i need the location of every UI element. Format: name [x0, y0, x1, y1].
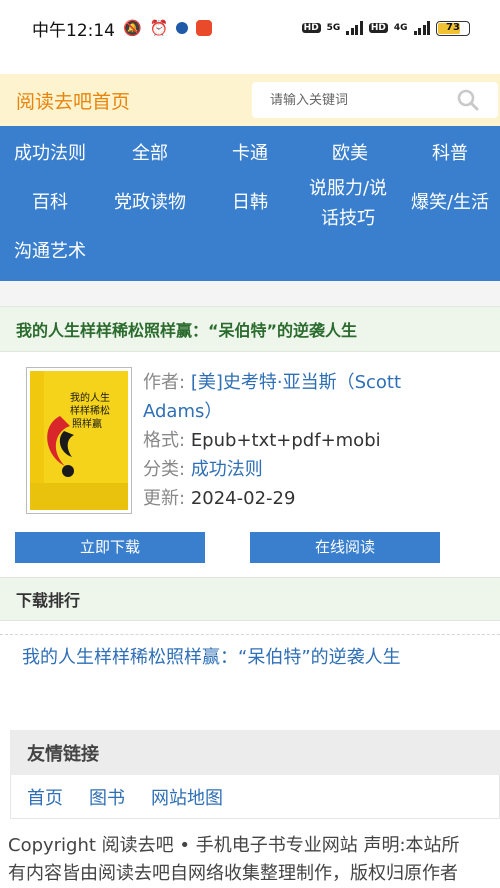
nav-item-communication[interactable]: 沟通艺术	[0, 238, 100, 266]
format-label: 格式:	[143, 430, 186, 451]
mute-bell-icon: 🔕	[123, 19, 142, 37]
updated-label: 更新:	[143, 488, 186, 509]
search-input[interactable]	[270, 92, 440, 108]
footer: Copyright 阅读去吧 • 手机电子书专业网站 声明:本站所 有内容皆由阅…	[0, 832, 500, 888]
hd-icon: HD	[301, 23, 321, 33]
friend-links-heading: 友情链接	[10, 730, 500, 775]
nav-item-humor-life[interactable]: 爆笑/生活	[400, 189, 500, 217]
footer-line-1: Copyright 阅读去吧 • 手机电子书专业网站 声明:本站所	[8, 835, 460, 856]
nav-item-cartoon[interactable]: 卡通	[200, 140, 300, 168]
nav-item-science[interactable]: 科普	[400, 140, 500, 168]
author-label: 作者:	[143, 372, 186, 393]
svg-text:照样赢: 照样赢	[72, 417, 102, 430]
alarm-icon: ⏰	[149, 19, 169, 37]
friend-link-sitemap[interactable]: 网站地图	[151, 784, 223, 810]
signal-icon	[346, 21, 363, 35]
read-online-button[interactable]: 在线阅读	[250, 532, 440, 563]
search-box	[252, 82, 498, 118]
signal-icon-2	[413, 21, 430, 35]
format-value: Epub+txt+pdf+mobi	[190, 430, 381, 451]
download-button[interactable]: 立即下载	[15, 532, 205, 563]
nav-item-politics[interactable]: 党政读物	[100, 189, 200, 217]
friend-link-home[interactable]: 首页	[27, 784, 63, 810]
updated-value: 2024-02-29	[190, 488, 296, 509]
clock: 中午12:14	[32, 20, 115, 41]
book-cover-image[interactable]: 我的人生 样样稀松 照样赢	[26, 367, 132, 514]
5g-label: 5G	[326, 23, 341, 33]
nav-item-japan-korea[interactable]: 日韩	[200, 189, 300, 217]
nav-item-western[interactable]: 欧美	[300, 140, 400, 168]
ranking-heading: 下载排行	[0, 577, 500, 621]
battery-icon: 73	[436, 20, 470, 36]
ranking-item-link[interactable]: 我的人生样样稀松照样赢：“呆伯特”的逆袭人生	[22, 643, 401, 669]
category-nav: 成功法则 全部 卡通 欧美 科普 百科 党政读物 日韩 说服力/说话技巧 爆笑/…	[0, 126, 500, 281]
divider	[0, 634, 500, 635]
nav-item-all[interactable]: 全部	[100, 140, 200, 168]
app-notification-icon-2	[196, 20, 213, 36]
status-bar: 中午12:14 🔕 ⏰ HD 5G HD 4G 73	[0, 0, 500, 56]
svg-text:样样稀松: 样样稀松	[70, 404, 110, 417]
nav-item-success-rules[interactable]: 成功法则	[0, 140, 100, 168]
cover-art: 我的人生 样样稀松 照样赢	[30, 371, 128, 510]
category-link[interactable]: 成功法则	[191, 459, 263, 480]
book-meta: 作者: [美]史考特·亚当斯（Scott Adams） 格式: Epub+txt…	[143, 368, 463, 513]
app-notification-icon	[176, 22, 189, 34]
nav-item-persuasion[interactable]: 说服力/说话技巧	[300, 174, 396, 234]
book-title: 我的人生样样稀松照样赢：“呆伯特”的逆袭人生	[0, 306, 500, 352]
site-logo-link[interactable]: 阅读去吧首页	[16, 87, 130, 114]
friend-links: 首页 图书 网站地图	[10, 775, 500, 819]
svg-text:我的人生: 我的人生	[70, 391, 110, 404]
4g-label: 4G	[393, 23, 408, 33]
search-icon[interactable]	[456, 88, 480, 112]
hd-icon-2: HD	[368, 23, 388, 33]
site-header: 阅读去吧首页	[0, 74, 500, 126]
footer-line-2: 有内容皆由阅读去吧自网络收集整理制作，版权归原作者	[8, 863, 458, 884]
friend-link-books[interactable]: 图书	[89, 784, 125, 810]
category-label: 分类:	[143, 459, 186, 480]
nav-item-encyclopedia[interactable]: 百科	[0, 189, 100, 217]
